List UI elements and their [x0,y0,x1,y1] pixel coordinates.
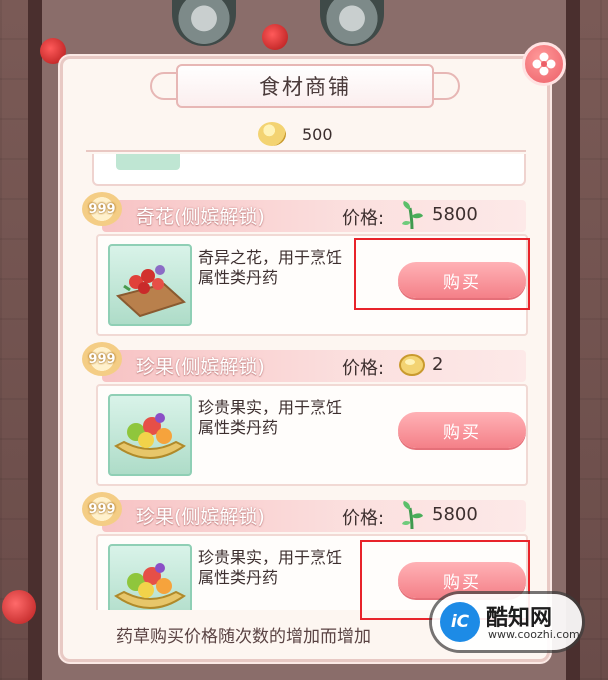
close-button[interactable] [522,42,566,86]
price-label: 价格: [342,358,385,379]
list-item: 奇花(侧嫔解锁) 价格: 5800 999 奇异之花，用于烹饪 属性类丹药 购买 [82,192,528,340]
item-description: 珍贵果实，用于烹饪 属性类丹药 [198,398,388,438]
price-value: 5800 [432,504,478,525]
gold-coin-icon [399,354,425,376]
price-label: 价格: [342,508,385,529]
background-red-button [2,590,36,624]
item-description-line: 属性类丹药 [198,418,279,437]
item-body: 珍贵果实，用于烹饪 属性类丹药 购买 [96,384,528,486]
item-header: 奇花(侧嫔解锁) 价格: 5800 [102,200,526,232]
item-header: 珍果(侧嫔解锁) 价格: 5800 [102,500,526,532]
gold-coin-icon [258,122,286,146]
shop-title: 食材商铺 [176,64,434,108]
item-description-line: 珍贵果实，用于烹饪 [198,548,343,567]
divider [86,150,526,152]
stock-badge: 999 [82,342,122,376]
item-description-line: 珍贵果实，用于烹饪 [198,398,343,417]
currency-amount: 500 [302,124,333,144]
item-description: 珍贵果实，用于烹饪 属性类丹药 [198,548,388,588]
buy-button[interactable]: 购买 [398,262,526,298]
item-list[interactable]: 奇花(侧嫔解锁) 价格: 5800 999 奇异之花，用于烹饪 属性类丹药 购买… [76,154,532,610]
flower-basket-icon [115,265,186,318]
item-name: 奇花(侧嫔解锁) [136,206,265,228]
item-name: 珍果(侧嫔解锁) [136,506,265,528]
fruit-plate-icon [114,563,186,609]
stock-badge: 999 [82,192,122,226]
item-image [116,154,180,170]
list-item: 珍果(侧嫔解锁) 价格: 2 999 珍贵果实，用于烹饪 属性类丹药 购买 [82,342,528,490]
buy-button[interactable]: 购买 [398,412,526,448]
herb-sprout-icon [402,201,423,230]
buy-button[interactable]: 购买 [398,562,526,598]
item-description: 奇异之花，用于烹饪 属性类丹药 [198,248,388,288]
background-red-ornament [262,24,288,50]
footer-note: 药草购买价格随次数的增加而增加 [116,627,371,647]
list-item-partial [92,154,526,186]
watermark-url: www.coozhi.com [488,628,580,641]
herb-sprout-icon [402,501,423,530]
item-image [108,244,192,326]
item-image [108,544,192,610]
price-value: 5800 [432,204,478,225]
item-image [108,394,192,476]
item-description-line: 奇异之花，用于烹饪 [198,248,343,267]
stock-badge: 999 [82,492,122,526]
flower-close-icon [532,52,556,76]
item-body: 奇异之花，用于烹饪 属性类丹药 购买 [96,234,528,336]
watermark-logo: iC [440,602,480,642]
currency-display: 500 [258,120,333,148]
price-label: 价格: [342,208,385,229]
watermark: iC 酷知网 www.coozhi.com [432,594,582,650]
item-description-line: 属性类丹药 [198,268,279,287]
price-value: 2 [432,354,444,375]
fruit-plate-icon [114,413,186,459]
item-header: 珍果(侧嫔解锁) 价格: 2 [102,350,526,382]
item-name: 珍果(侧嫔解锁) [136,356,265,378]
item-description-line: 属性类丹药 [198,568,279,587]
